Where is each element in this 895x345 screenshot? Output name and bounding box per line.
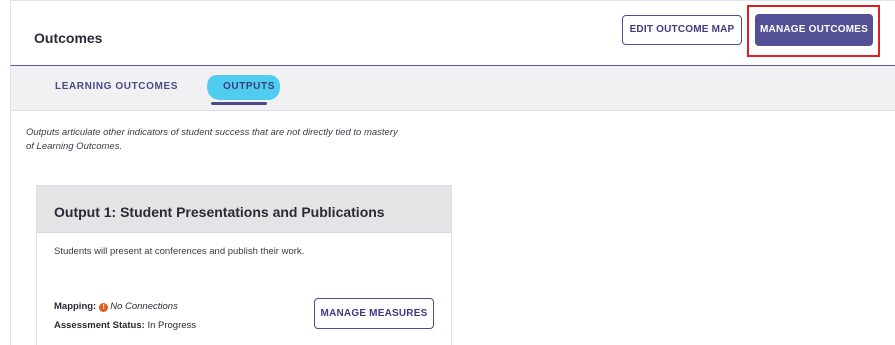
mapping-label: Mapping: <box>54 301 97 312</box>
card-divider <box>37 232 451 233</box>
assessment-status-value: In Progress <box>147 320 197 331</box>
tab-outputs-label: OUTPUTS <box>223 81 275 92</box>
manage-measures-button[interactable]: MANAGE MEASURES <box>314 298 434 329</box>
output-card: Output 1: Student Presentations and Publ… <box>36 185 452 345</box>
manage-outcomes-button[interactable]: MANAGE OUTCOMES <box>755 14 873 46</box>
tab-outputs[interactable]: OUTPUTS <box>205 75 282 100</box>
edit-outcome-map-button[interactable]: EDIT OUTCOME MAP <box>622 15 742 45</box>
mapping-value: No Connections <box>110 301 178 312</box>
page-title: Outcomes <box>34 30 103 46</box>
tab-bar: LEARNING OUTCOMES OUTPUTS <box>10 66 895 111</box>
active-tab-indicator <box>211 102 267 105</box>
assessment-status-row: Assessment Status: In Progress <box>54 320 196 331</box>
tab-learning-outcomes[interactable]: LEARNING OUTCOMES <box>55 81 178 92</box>
warning-dot-icon: ! <box>99 303 109 312</box>
mapping-row: Mapping:! No Connections <box>54 301 178 312</box>
outputs-description: Outputs articulate other indicators of s… <box>26 127 398 152</box>
assessment-status-label: Assessment Status: <box>54 320 145 331</box>
output-card-title: Output 1: Student Presentations and Publ… <box>37 186 451 232</box>
output-card-description: Students will present at conferences and… <box>54 246 305 257</box>
